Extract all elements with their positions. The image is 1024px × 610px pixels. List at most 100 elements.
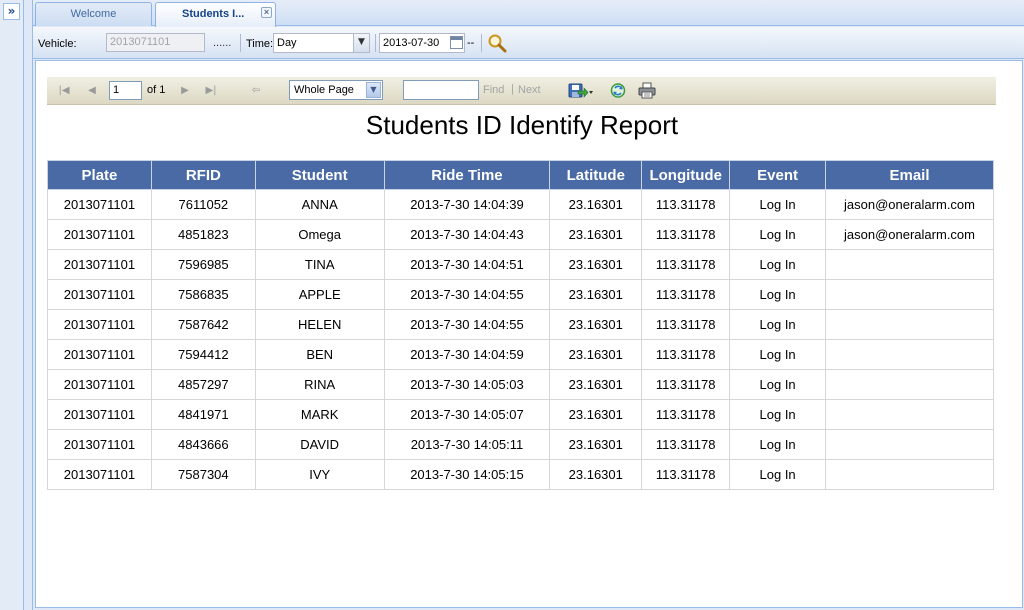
tab-bar: Welcome Students I... × <box>33 0 1024 27</box>
table-cell: 2013-7-30 14:05:03 <box>383 369 551 400</box>
table-cell: BEN <box>254 339 385 370</box>
vehicle-label: Vehicle: <box>38 38 77 50</box>
table-cell: 2013071101 <box>47 399 152 430</box>
table-cell <box>825 399 994 430</box>
table-cell: 113.31178 <box>641 459 731 490</box>
table-cell: 113.31178 <box>641 429 731 460</box>
table-cell: 2013071101 <box>47 279 152 310</box>
report-viewer-toolbar: |◀ ◀ 1 of 1 ▶ ▶| ⇦ Whole Page ▼ Find | N… <box>47 77 996 105</box>
save-export-icon[interactable] <box>567 82 595 99</box>
table-row: 2013071101 7586835 APPLE 2013-7-30 14:04:55… <box>47 279 994 310</box>
close-icon[interactable]: × <box>261 7 272 18</box>
main-panel: Welcome Students I... × Vehicle: 2013071… <box>32 0 1024 610</box>
table-body: 2013071101 7611052 ANNA 2013-7-30 14:04:39 2… <box>47 189 994 490</box>
table-row: 2013071101 7596985 TINA 2013-7-30 14:04:51 2… <box>47 249 994 280</box>
table-cell: Log In <box>729 189 827 220</box>
table-cell: 2013071101 <box>47 429 152 460</box>
panel-splitter[interactable] <box>24 0 32 610</box>
table-cell: APPLE <box>254 279 385 310</box>
table-cell: 113.31178 <box>641 339 731 370</box>
find-separator: | <box>511 83 514 95</box>
table-cell: Log In <box>729 339 827 370</box>
table-cell <box>825 309 994 340</box>
table-cell: 7586835 <box>150 279 256 310</box>
table-cell: 23.16301 <box>549 279 643 310</box>
table-cell: 113.31178 <box>641 189 731 220</box>
table-cell <box>825 459 994 490</box>
table-cell: 7611052 <box>150 189 256 220</box>
table-cell: Log In <box>729 249 827 280</box>
column-header: Student <box>254 160 385 190</box>
column-header: Event <box>729 160 827 190</box>
find-next-link[interactable]: Next <box>518 84 541 96</box>
table-cell: MARK <box>254 399 385 430</box>
table-cell: 23.16301 <box>549 399 643 430</box>
find-link[interactable]: Find <box>483 84 504 96</box>
table-cell: Omega <box>254 219 385 250</box>
table-cell: 113.31178 <box>641 219 731 250</box>
table-cell: 23.16301 <box>549 339 643 370</box>
column-header: Plate <box>47 160 152 190</box>
refresh-icon[interactable] <box>609 82 627 99</box>
table-cell: 23.16301 <box>549 309 643 340</box>
tab-students-report[interactable]: Students I... × <box>155 2 276 27</box>
chevron-down-icon[interactable]: ▼ <box>353 34 369 52</box>
table-cell: 23.16301 <box>549 429 643 460</box>
table-row: 2013071101 7587642 HELEN 2013-7-30 14:04:55… <box>47 309 994 340</box>
vehicle-field[interactable]: 2013071101 <box>106 33 205 52</box>
vehicle-picker-ellipsis[interactable]: ...... <box>213 37 231 49</box>
table-cell: 2013071101 <box>47 249 152 280</box>
zoom-select[interactable]: Whole Page ▼ <box>289 80 383 100</box>
next-page-icon[interactable]: ▶ <box>178 84 192 97</box>
table-cell: Log In <box>729 309 827 340</box>
table-cell: HELEN <box>254 309 385 340</box>
table-cell: 7594412 <box>150 339 256 370</box>
table-cell: 7587304 <box>150 459 256 490</box>
table-cell: jason@oneralarm.com <box>825 219 994 250</box>
tab-welcome[interactable]: Welcome <box>35 2 152 26</box>
table-cell: 2013-7-30 14:05:15 <box>383 459 551 490</box>
table-row: 2013071101 7594412 BEN 2013-7-30 14:04:59 23… <box>47 339 994 370</box>
column-header: Email <box>825 160 994 190</box>
table-cell: 113.31178 <box>641 309 731 340</box>
table-cell: 2013071101 <box>47 309 152 340</box>
table-cell: 2013-7-30 14:04:55 <box>383 279 551 310</box>
date-range-dash: -- <box>467 37 475 49</box>
table-cell: 23.16301 <box>549 189 643 220</box>
table-cell: Log In <box>729 219 827 250</box>
table-cell: 2013-7-30 14:05:07 <box>383 399 551 430</box>
table-cell: 23.16301 <box>549 219 643 250</box>
expand-panel-icon[interactable]: » <box>3 3 20 20</box>
table-cell: 113.31178 <box>641 399 731 430</box>
table-cell: 2013-7-30 14:04:51 <box>383 249 551 280</box>
page-number-input[interactable]: 1 <box>109 81 142 100</box>
table-cell: 2013-7-30 14:04:59 <box>383 339 551 370</box>
first-page-icon[interactable]: |◀ <box>57 84 71 97</box>
column-header: RFID <box>150 160 256 190</box>
page-count: of 1 <box>147 84 166 96</box>
back-icon[interactable]: ⇦ <box>249 84 263 97</box>
table-row: 2013071101 4851823 Omega 2013-7-30 14:04:43… <box>47 219 994 250</box>
table-cell: 2013071101 <box>47 459 152 490</box>
date-field[interactable]: 2013-07-30 <box>379 33 465 53</box>
previous-page-icon[interactable]: ◀ <box>85 84 99 97</box>
find-text-input[interactable] <box>403 80 479 100</box>
table-cell: 4851823 <box>150 219 256 250</box>
time-select[interactable]: Day ▼ <box>273 33 370 53</box>
table-header-row: Plate RFID Student Ride Time Latitude Longitu… <box>47 160 994 190</box>
chevron-down-icon[interactable]: ▼ <box>366 82 381 98</box>
collapsed-west-panel: » <box>0 0 24 610</box>
last-page-icon[interactable]: ▶| <box>204 84 218 97</box>
calendar-icon[interactable] <box>450 36 463 49</box>
search-icon[interactable] <box>487 33 507 53</box>
table-cell: Log In <box>729 279 827 310</box>
zoom-select-value: Whole Page <box>294 84 354 96</box>
table-cell: ANNA <box>254 189 385 220</box>
table-cell: 4857297 <box>150 369 256 400</box>
tab-students-label: Students I... <box>182 8 245 20</box>
table-cell: 113.31178 <box>641 369 731 400</box>
printer-icon[interactable] <box>638 82 656 99</box>
table-cell: 7587642 <box>150 309 256 340</box>
table-cell: 4843666 <box>150 429 256 460</box>
table-cell: Log In <box>729 369 827 400</box>
